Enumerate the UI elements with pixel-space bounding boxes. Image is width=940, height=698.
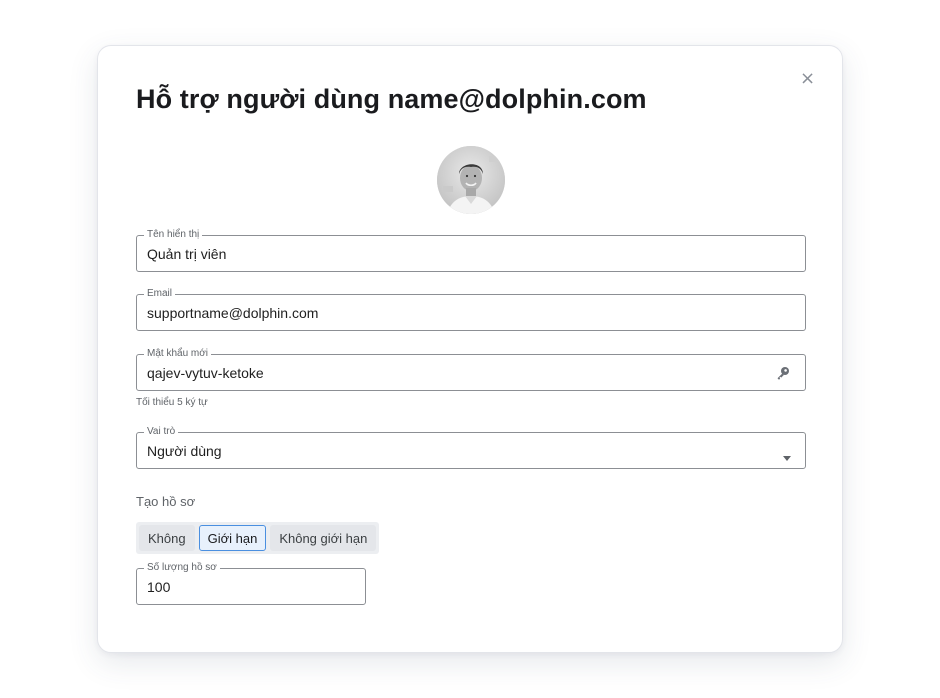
dialog-title: Hỗ trợ người dùng name@dolphin.com <box>136 84 647 114</box>
new-password-field[interactable]: Mật khẩu mới qajev-vytuv-ketoke <box>136 348 806 391</box>
display-name-field[interactable]: Tên hiển thị Quản trị viên <box>136 229 806 272</box>
profile-count-value: 100 <box>147 579 171 595</box>
avatar-photo <box>437 146 505 214</box>
profile-creation-toggle: Không Giới hạn Không giới hạn <box>136 522 380 554</box>
option-none-button[interactable]: Không <box>139 525 195 551</box>
email-label: Email <box>144 288 176 300</box>
password-helper-text: Tối thiểu 5 ký tự <box>136 397 208 408</box>
option-limited-button[interactable]: Giới hạn <box>198 525 267 551</box>
new-password-value: qajev-vytuv-ketoke <box>147 365 264 381</box>
display-name-label: Tên hiển thị <box>144 229 203 241</box>
profile-count-field[interactable]: Số lượng hồ sơ 100 <box>136 562 366 605</box>
display-name-value: Quản trị viên <box>147 246 227 262</box>
role-select[interactable]: Vai trò Người dùng <box>136 426 806 469</box>
profile-count-label: Số lượng hồ sơ <box>144 562 220 574</box>
dropdown-arrow-icon[interactable] <box>783 448 791 466</box>
profile-creation-label: Tạo hồ sơ <box>136 494 196 509</box>
option-unlimited-button[interactable]: Không giới hạn <box>270 525 377 551</box>
user-support-dialog: × Hỗ trợ người dùng name@dolphin.com Tên… <box>97 45 843 653</box>
email-field[interactable]: Email supportname@dolphin.com <box>136 288 806 331</box>
role-label: Vai trò <box>144 426 179 438</box>
email-value: supportname@dolphin.com <box>147 305 319 321</box>
close-icon[interactable]: × <box>800 70 815 88</box>
new-password-label: Mật khẩu mới <box>144 348 212 360</box>
avatar[interactable] <box>437 146 505 214</box>
key-icon[interactable] <box>775 365 791 386</box>
role-value: Người dùng <box>147 443 222 459</box>
